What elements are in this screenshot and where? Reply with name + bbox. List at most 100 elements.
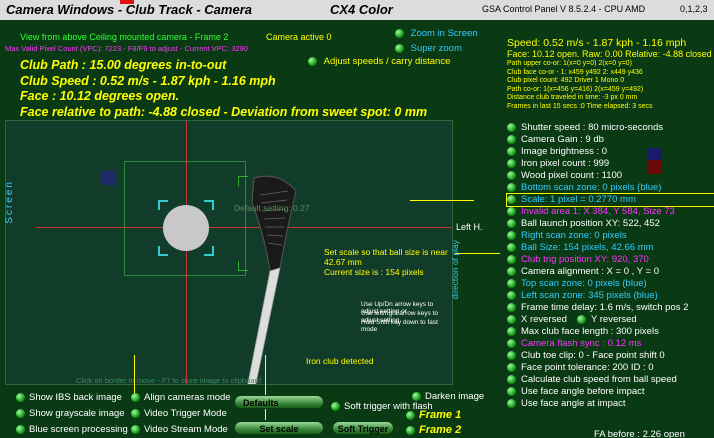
frame1-led[interactable] xyxy=(406,410,415,420)
setting-led[interactable] xyxy=(507,134,516,144)
iron-detected-text: Iron club detected xyxy=(306,356,374,366)
setting-label: Top scan zone: 0 pixels (blue) xyxy=(521,278,647,289)
tiny-line-3: Club pixel count: 492 Driver 1 Mono 0 xyxy=(507,77,625,84)
setting-item[interactable]: Use face angle before impact xyxy=(507,386,714,398)
align-cameras-led[interactable] xyxy=(131,392,140,402)
setting-item[interactable]: Use face angle at impact xyxy=(507,398,714,410)
tiny-line-1: Path upper co-or: 1(x=0 y=0) 2(x=0 y=0) xyxy=(507,60,632,67)
setting-led[interactable] xyxy=(507,158,516,168)
setting-item[interactable]: Right scan zone: 0 pixels xyxy=(507,230,714,242)
setting-item[interactable]: Iron pixel count : 999 xyxy=(507,158,714,170)
show-grayscale-led[interactable] xyxy=(16,408,25,418)
setting-led[interactable] xyxy=(507,326,516,336)
darken-image-option[interactable]: Darken image xyxy=(412,391,484,402)
setting-led[interactable] xyxy=(507,290,516,300)
invalid-area-marker xyxy=(102,171,116,185)
video-stream-option[interactable]: Video Stream Mode xyxy=(131,424,228,435)
setting-item[interactable]: Ball launch position XY: 522, 452 xyxy=(507,218,714,230)
setting-item[interactable]: Club trig position XY: 920, 370 xyxy=(507,254,714,266)
setting-led[interactable] xyxy=(507,254,516,264)
setting-led[interactable] xyxy=(507,146,516,156)
setting-item[interactable]: Camera alignment : X = 0 , Y = 0 xyxy=(507,266,714,278)
show-grayscale-option[interactable]: Show grayscale image xyxy=(16,408,125,419)
setting-led[interactable] xyxy=(507,218,516,228)
align-cameras-option[interactable]: Align cameras mode xyxy=(131,392,231,403)
setting-item[interactable]: Face point tolerance: 200 ID : 0 xyxy=(507,362,714,374)
super-zoom-label: Super zoom xyxy=(410,43,462,54)
tiny-line-2: Club face co-or - 1: x459 y492 2: x449 y… xyxy=(507,68,643,76)
fa-before-label: FA before : 2.26 open xyxy=(594,429,685,438)
setting-item[interactable]: Calculate club speed from ball speed xyxy=(507,374,714,386)
setting-led[interactable] xyxy=(507,398,516,408)
settings-list: Shutter speed : 80 micro-seconds Camera G… xyxy=(506,122,714,410)
setting-led[interactable] xyxy=(507,122,516,132)
setting-label: Scale: 1 pixel = 0.2770 mm xyxy=(521,194,636,205)
setting-item[interactable]: Shutter speed : 80 micro-seconds xyxy=(507,122,714,134)
setting-label: Calculate club speed from ball speed xyxy=(521,374,677,385)
left-h-label: Left H. xyxy=(456,222,483,232)
setting-item[interactable]: Club toe clip: 0 - Face point shift 0 xyxy=(507,350,714,362)
arrow-ballsize xyxy=(455,253,500,254)
setting-item[interactable]: Scale: 1 pixel = 0.2770 mm xyxy=(506,193,714,207)
frame1-option[interactable]: Frame 1 xyxy=(406,409,461,421)
camera-view[interactable]: Default setting: 0.27 Set scale so that … xyxy=(5,120,453,385)
setting-led[interactable] xyxy=(507,374,516,384)
frame2-led[interactable] xyxy=(406,425,415,435)
setting-item[interactable]: Left scan zone: 345 pixels (blue) xyxy=(507,290,714,302)
setting-led[interactable] xyxy=(507,194,516,204)
setting-led-extra[interactable] xyxy=(576,314,586,324)
set-scale-message: Set scale so that ball size is near 42.6… xyxy=(324,247,448,267)
tiny-line-5: Distance club traveled in time: -3 px 0 … xyxy=(507,94,638,101)
soft-trigger-flash-led[interactable] xyxy=(331,401,340,411)
setting-label: Use face angle before impact xyxy=(521,386,645,397)
setting-led[interactable] xyxy=(507,206,516,216)
show-grayscale-label: Show grayscale image xyxy=(29,408,125,419)
setting-led[interactable] xyxy=(507,338,516,348)
setting-label: Shutter speed : 80 micro-seconds xyxy=(521,122,664,133)
defaults-button[interactable]: Defaults xyxy=(234,395,324,409)
default-setting-text: Default setting: 0.27 xyxy=(234,203,310,213)
setting-item[interactable]: Top scan zone: 0 pixels (blue) xyxy=(507,278,714,290)
show-ibs-option[interactable]: Show IBS back image xyxy=(16,392,122,403)
blue-screen-option[interactable]: Blue screen processing xyxy=(16,424,128,435)
ball-bracket-bl xyxy=(158,246,168,256)
arrow-setscale xyxy=(265,355,266,420)
setting-item[interactable]: Image brightness : 0 xyxy=(507,146,714,158)
setting-item[interactable]: Camera flash sync : 0.12 ms xyxy=(507,338,714,350)
video-stream-led[interactable] xyxy=(131,424,140,434)
setting-item[interactable]: Camera Gain : 9 db xyxy=(507,134,714,146)
set-scale-button[interactable]: Set scale xyxy=(234,421,324,435)
right-panel-header: Speed: 0.52 m/s - 1.87 kph - 1.16 mph Fa… xyxy=(507,38,714,111)
darken-image-led[interactable] xyxy=(412,391,421,401)
video-trigger-option[interactable]: Video Trigger Mode xyxy=(131,408,227,419)
soft-trigger-button[interactable]: Soft Trigger xyxy=(332,421,394,435)
show-ibs-led[interactable] xyxy=(16,392,25,402)
setting-led[interactable] xyxy=(507,182,516,192)
direction-of-play-label: direction of play xyxy=(450,240,460,300)
setting-item[interactable]: Frame time delay: 1.6 m/s, switch pos 2 xyxy=(507,302,714,314)
setting-led[interactable] xyxy=(507,170,516,180)
setting-item[interactable]: Ball Size: 154 pixels, 42.66 mm xyxy=(507,242,714,254)
setting-item[interactable]: Bottom scan zone: 0 pixels (blue) xyxy=(507,182,714,194)
zoom-in-screen-led[interactable] xyxy=(395,28,404,38)
setting-led[interactable] xyxy=(507,242,516,252)
blue-screen-led[interactable] xyxy=(16,424,25,434)
setting-item[interactable]: Invalid area 1: X 384, Y 584, Size 73 xyxy=(507,206,714,218)
setting-led[interactable] xyxy=(507,278,516,288)
setting-led[interactable] xyxy=(507,266,516,276)
setting-led[interactable] xyxy=(507,362,516,372)
setting-led[interactable] xyxy=(507,314,516,324)
zoom-in-screen-option[interactable]: Zoom in Screen xyxy=(395,28,478,39)
setting-label: Bottom scan zone: 0 pixels (blue) xyxy=(521,182,662,193)
video-trigger-led[interactable] xyxy=(131,408,140,418)
super-zoom-led[interactable] xyxy=(395,43,404,53)
super-zoom-option[interactable]: Super zoom xyxy=(395,43,462,54)
setting-led[interactable] xyxy=(507,230,516,240)
frame2-option[interactable]: Frame 2 xyxy=(406,424,461,436)
setting-item[interactable]: X reversed Y reversed xyxy=(507,314,714,326)
setting-led[interactable] xyxy=(507,386,516,396)
setting-item[interactable]: Max club face length : 300 pixels xyxy=(507,326,714,338)
setting-led[interactable] xyxy=(507,302,516,312)
setting-item[interactable]: Wood pixel count : 1100 xyxy=(507,170,714,182)
setting-led[interactable] xyxy=(507,350,516,360)
